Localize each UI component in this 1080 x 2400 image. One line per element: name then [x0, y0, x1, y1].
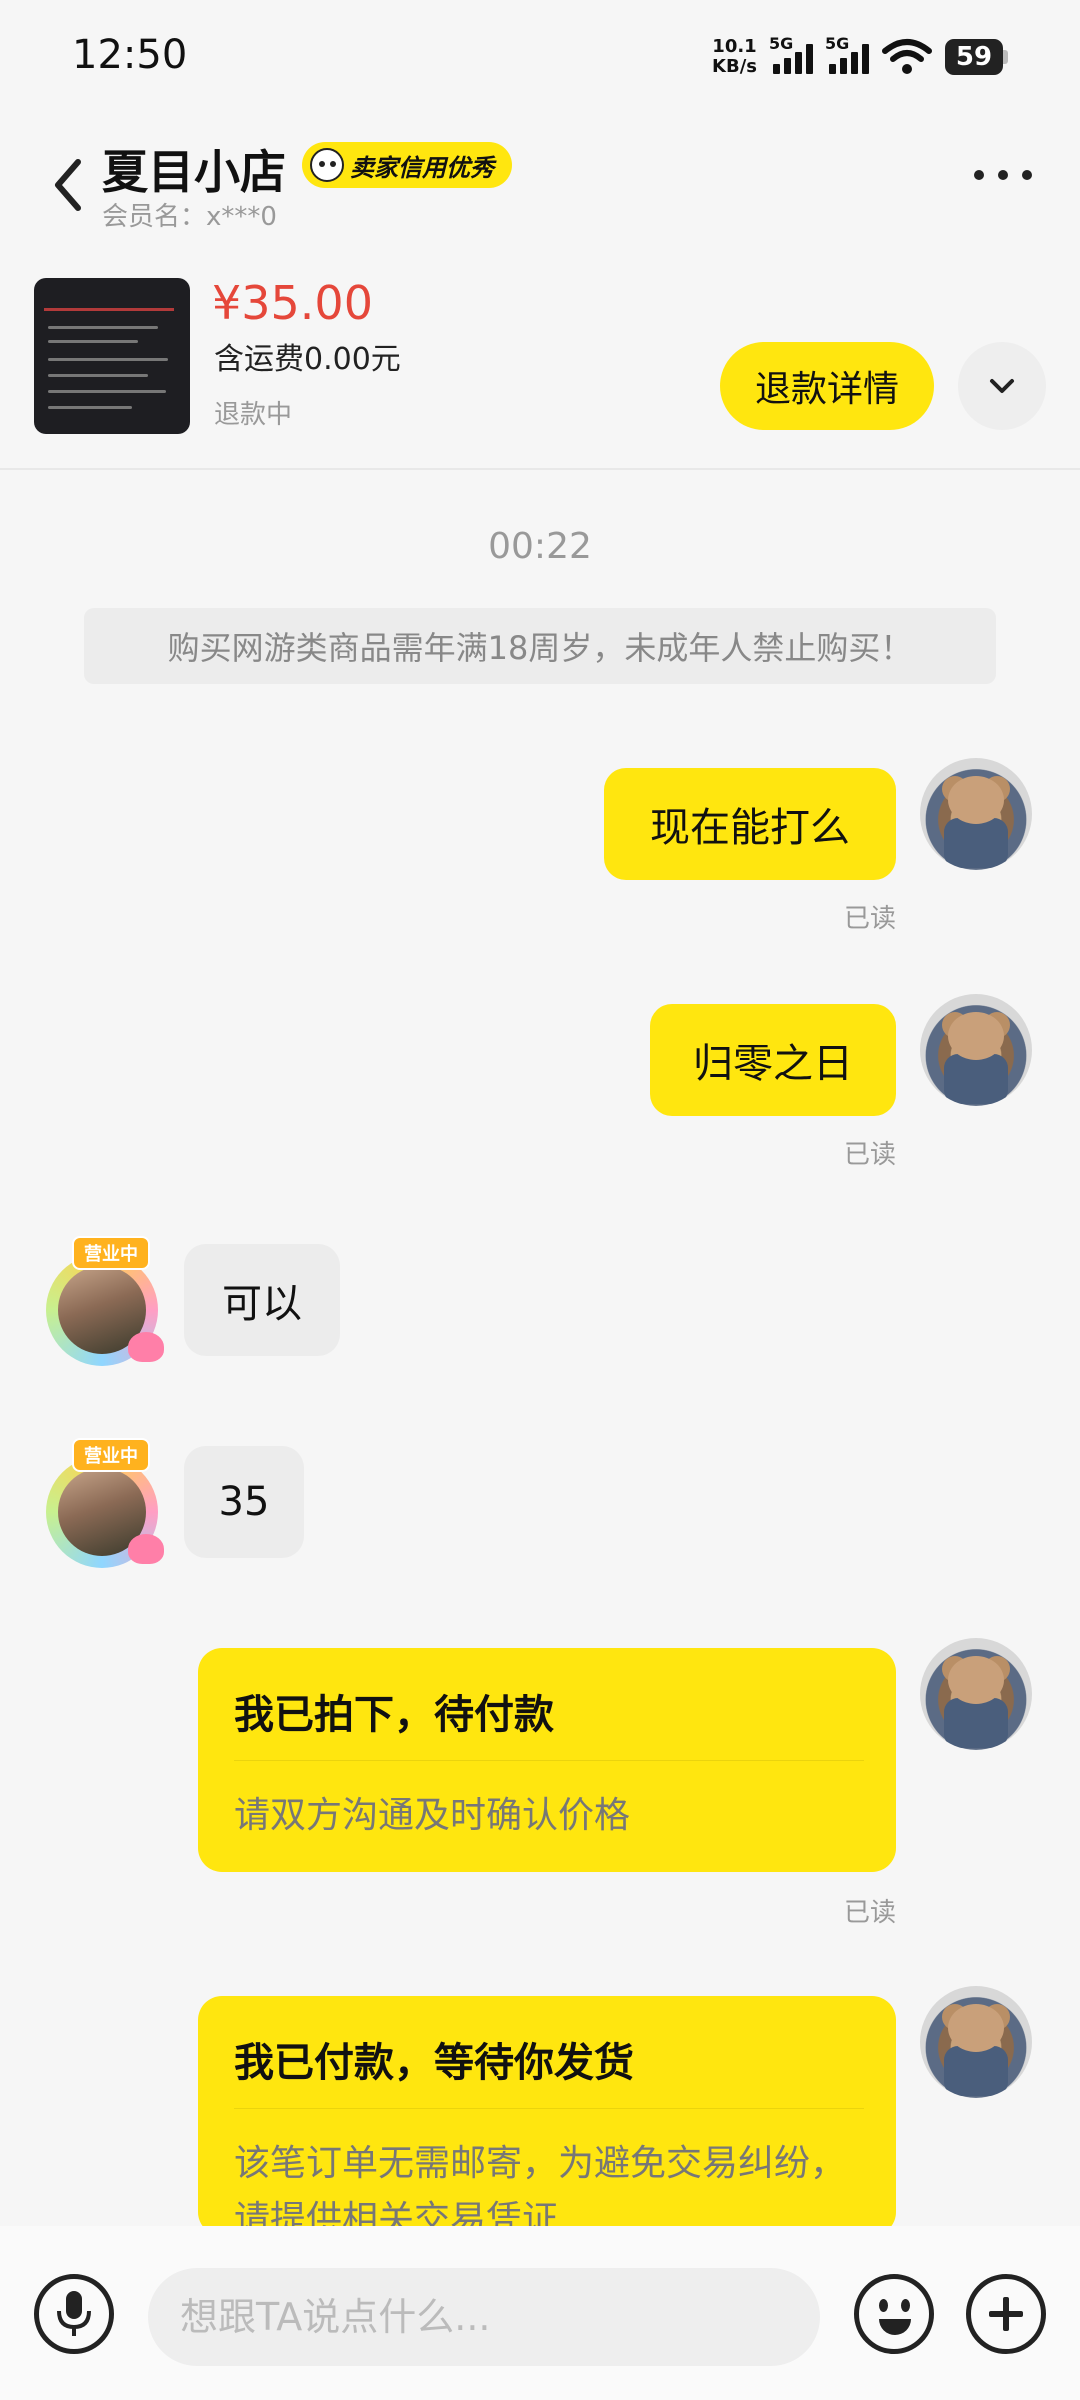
read-status: 已读: [844, 904, 897, 934]
status-bar: 12:50 10.1 KB/s 5G 5G 59: [0, 0, 1080, 110]
my-avatar[interactable]: [920, 1986, 1032, 2098]
message-bubble-shop[interactable]: 可以: [184, 1244, 340, 1356]
my-avatar[interactable]: [920, 758, 1032, 870]
chevron-down-icon: [990, 379, 1014, 393]
chat-header: 夏目小店 卖家信用优秀 会员名：x***0: [0, 110, 1080, 250]
expand-button[interactable]: [958, 342, 1046, 430]
card-title: 我已付款，等待你发货: [234, 2040, 634, 2086]
message-input[interactable]: [148, 2268, 820, 2366]
more-dots-icon[interactable]: [974, 170, 1032, 180]
plus-icon[interactable]: [966, 2274, 1046, 2354]
refund-details-button[interactable]: 退款详情: [720, 342, 934, 430]
status-time: 12:50: [72, 32, 188, 78]
read-status: 已读: [844, 1898, 897, 1928]
shipping-fee: 含运费0.00元: [214, 342, 401, 377]
emoji-icon[interactable]: [854, 2274, 934, 2354]
my-avatar[interactable]: [920, 994, 1032, 1106]
network-speed: 10.1 KB/s: [712, 36, 757, 77]
message-bubble-me[interactable]: 归零之日: [650, 1004, 896, 1116]
shop-name[interactable]: 夏目小店: [102, 136, 286, 202]
chat-timestamp: 00:22: [488, 526, 592, 567]
order-card-paid[interactable]: 我已付款，等待你发货 该笔订单无需邮寄，为避免交易纠纷，请提供相关交易凭证: [198, 1996, 896, 2236]
input-bar: [0, 2226, 1080, 2400]
message-bubble-me[interactable]: 现在能打么: [604, 768, 896, 880]
back-arrow-icon[interactable]: [44, 150, 94, 220]
order-card-placed[interactable]: 我已拍下，待付款 请双方沟通及时确认价格: [198, 1648, 896, 1872]
status-icons: 10.1 KB/s 5G 5G 59: [712, 34, 1008, 80]
product-card[interactable]: ¥35.00 含运费0.00元 退款中 退款详情: [0, 250, 1080, 470]
card-title: 我已拍下，待付款: [234, 1692, 554, 1738]
member-name: 会员名：x***0: [102, 202, 277, 232]
read-status: 已读: [844, 1140, 897, 1170]
card-description: 请双方沟通及时确认价格: [234, 1795, 631, 1836]
age-notice: 购买网游类商品需年满18周岁，未成年人禁止购买！: [84, 608, 996, 684]
mascot-icon: [310, 148, 344, 182]
wifi-icon: [882, 39, 932, 74]
signal-icon-2: 5G: [825, 34, 869, 74]
product-thumbnail[interactable]: [34, 278, 190, 434]
seller-credit-badge[interactable]: 卖家信用优秀: [302, 142, 512, 188]
my-avatar[interactable]: [920, 1638, 1032, 1750]
signal-icon: 5G: [769, 34, 813, 74]
microphone-icon[interactable]: [34, 2274, 114, 2354]
battery-icon: 59: [945, 39, 1008, 75]
shop-avatar[interactable]: 营业中: [38, 1232, 168, 1372]
product-price: ¥35.00: [212, 276, 373, 330]
message-bubble-shop[interactable]: 35: [184, 1446, 304, 1558]
refund-status: 退款中: [214, 400, 293, 430]
shop-avatar[interactable]: 营业中: [38, 1434, 168, 1574]
card-description: 该笔订单无需邮寄，为避免交易纠纷，请提供相关交易凭证: [234, 2143, 847, 2236]
